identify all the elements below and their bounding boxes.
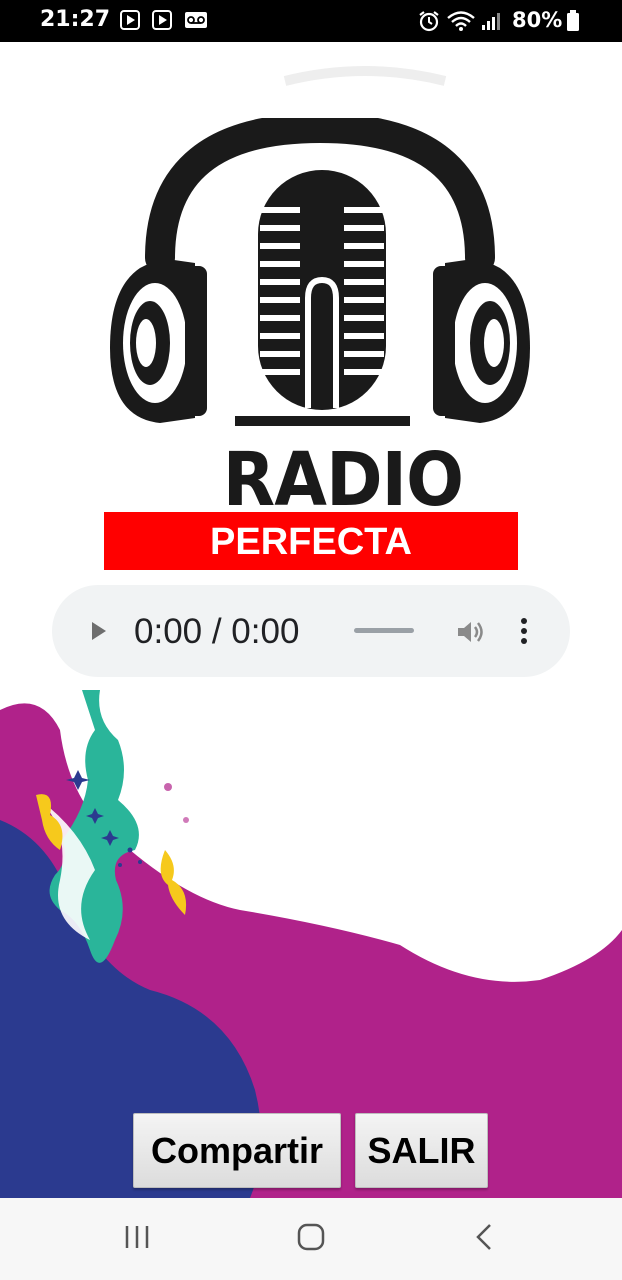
progress-bar[interactable] — [354, 628, 414, 633]
exit-button[interactable]: SALIR — [355, 1113, 488, 1188]
recent-apps-icon[interactable] — [123, 1222, 151, 1252]
youtube-icon — [152, 10, 172, 30]
alarm-icon — [419, 11, 439, 32]
volume-icon[interactable] — [456, 619, 486, 645]
voicemail-icon — [185, 12, 207, 28]
background-arc — [283, 66, 447, 86]
player-time: 0:00 / 0:00 — [134, 612, 300, 651]
more-vert-icon[interactable] — [520, 617, 528, 645]
share-button[interactable]: Compartir — [133, 1113, 341, 1188]
status-bar: 21:27 80% — [0, 0, 622, 42]
youtube-icon — [120, 10, 140, 30]
audio-player: 0:00 / 0:00 — [52, 585, 570, 677]
battery-percentage: 80% — [512, 8, 563, 32]
battery-icon — [567, 10, 579, 31]
status-time: 21:27 — [40, 7, 111, 32]
logo-station-name: PERFECTA — [104, 512, 518, 570]
back-icon[interactable] — [474, 1222, 494, 1252]
play-icon[interactable] — [90, 620, 108, 642]
logo-radio-word: RADIO — [222, 437, 464, 523]
wifi-icon — [447, 11, 475, 31]
home-icon[interactable] — [296, 1222, 326, 1252]
signal-icon — [482, 13, 500, 30]
navigation-bar — [0, 1198, 622, 1280]
